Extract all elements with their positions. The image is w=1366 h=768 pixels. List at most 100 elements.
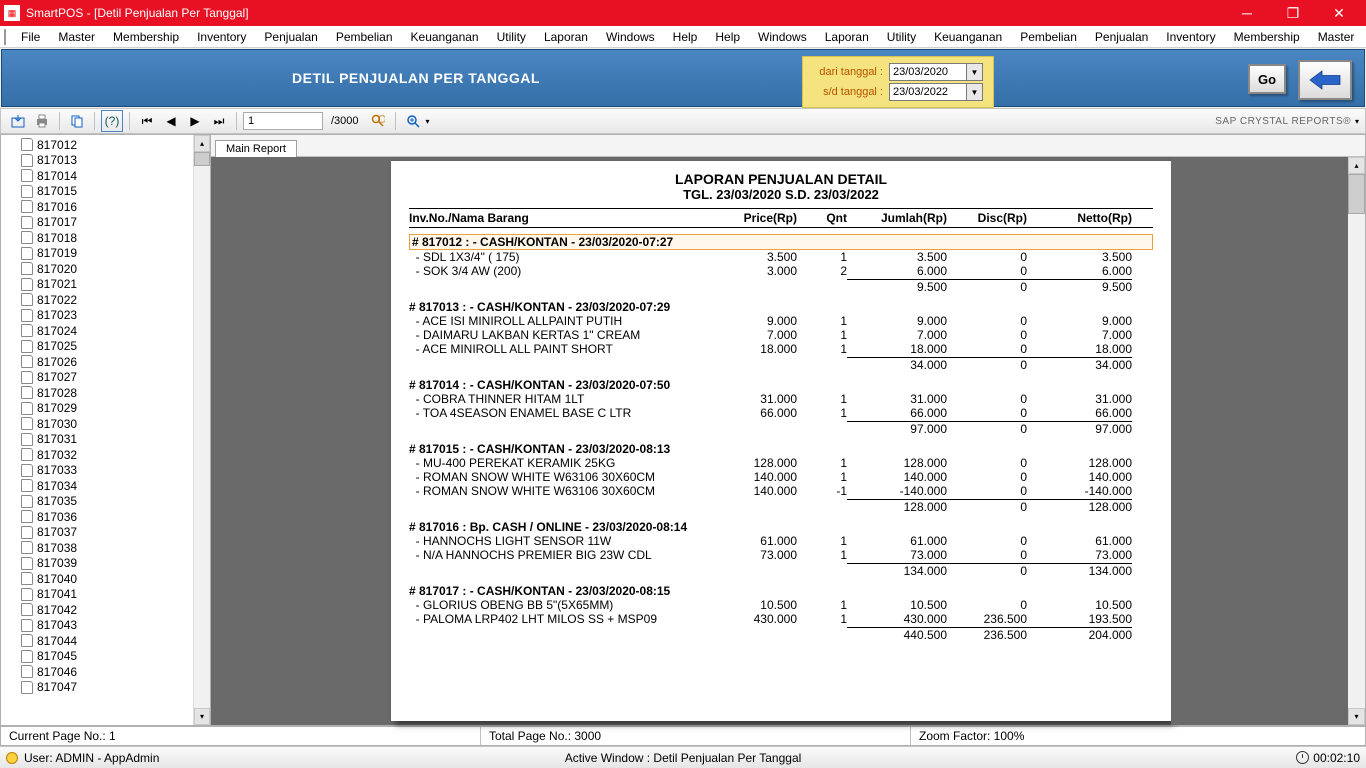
menu-file[interactable]: File xyxy=(12,28,49,46)
tree-node[interactable]: 817015 xyxy=(17,184,193,200)
tree-node[interactable]: 817024 xyxy=(17,323,193,339)
tree-node-label: 817023 xyxy=(37,308,77,322)
main-report-tab[interactable]: Main Report xyxy=(215,140,297,157)
copy-button[interactable] xyxy=(66,110,88,132)
mdi-system-icon[interactable] xyxy=(4,29,6,45)
menu-pembelian[interactable]: Pembelian xyxy=(327,28,402,46)
tree-node[interactable]: 817023 xyxy=(17,308,193,324)
export-button[interactable] xyxy=(7,110,29,132)
menu-help[interactable]: Help xyxy=(706,28,749,46)
tree-node[interactable]: 817013 xyxy=(17,153,193,169)
menu-membership[interactable]: Membership xyxy=(104,28,188,46)
page-number-input[interactable] xyxy=(243,112,323,130)
viewer-scroll-thumb[interactable] xyxy=(1348,174,1365,214)
from-date-dropdown[interactable]: ▼ xyxy=(967,63,983,81)
tree-node[interactable]: 817045 xyxy=(17,649,193,665)
menu-windows[interactable]: Windows xyxy=(749,28,816,46)
next-page-button[interactable]: ▶ xyxy=(184,110,206,132)
tree-node-label: 817024 xyxy=(37,324,77,338)
viewer-scrollbar[interactable]: ▴ ▾ xyxy=(1348,157,1365,725)
go-button[interactable]: Go xyxy=(1248,64,1286,94)
menu-penjualan[interactable]: Penjualan xyxy=(1086,28,1157,46)
window-close-button[interactable]: ✕ xyxy=(1316,0,1362,26)
from-date-input[interactable] xyxy=(889,63,967,81)
tree-node[interactable]: 817031 xyxy=(17,432,193,448)
tree-node[interactable]: 817036 xyxy=(17,509,193,525)
group-header: # 817017 : - CASH/KONTAN - 23/03/2020-08… xyxy=(409,584,1153,598)
tree-node[interactable]: 817042 xyxy=(17,602,193,618)
tree-node-label: 817047 xyxy=(37,680,77,694)
tree-node[interactable]: 817026 xyxy=(17,354,193,370)
first-page-button[interactable]: ⏮ xyxy=(136,110,158,132)
tree-node[interactable]: 817020 xyxy=(17,261,193,277)
menu-inventory[interactable]: Inventory xyxy=(188,28,255,46)
window-minimize-button[interactable]: ─ xyxy=(1224,0,1270,26)
report-tab-strip: Main Report xyxy=(211,135,1365,157)
page-icon xyxy=(21,324,33,337)
menu-laporan[interactable]: Laporan xyxy=(535,28,597,46)
to-date-label: s/d tanggal : xyxy=(813,86,883,98)
tree-node[interactable]: 817047 xyxy=(17,680,193,696)
tree-node[interactable]: 817032 xyxy=(17,447,193,463)
tree-node[interactable]: 817021 xyxy=(17,277,193,293)
tree-node[interactable]: 817038 xyxy=(17,540,193,556)
back-button[interactable] xyxy=(1298,60,1352,100)
page-icon xyxy=(21,510,33,523)
tree-node[interactable]: 817037 xyxy=(17,525,193,541)
tree-node[interactable]: 817029 xyxy=(17,401,193,417)
menu-keuanganan[interactable]: Keuanganan xyxy=(402,28,488,46)
tree-node[interactable]: 817040 xyxy=(17,571,193,587)
tree-node[interactable]: 817022 xyxy=(17,292,193,308)
tree-node[interactable]: 817034 xyxy=(17,478,193,494)
prev-page-button[interactable]: ◀ xyxy=(160,110,182,132)
tree-node[interactable]: 817041 xyxy=(17,587,193,603)
tree-node[interactable]: 817030 xyxy=(17,416,193,432)
tree-node-label: 817045 xyxy=(37,649,77,663)
toggle-group-tree-button[interactable]: (?) xyxy=(101,110,123,132)
tree-node[interactable]: 817025 xyxy=(17,339,193,355)
menu-keuanganan[interactable]: Keuanganan xyxy=(925,28,1011,46)
menu-laporan[interactable]: Laporan xyxy=(816,28,878,46)
tree-node[interactable]: 817033 xyxy=(17,463,193,479)
tree-node[interactable]: 817046 xyxy=(17,664,193,680)
tree-node[interactable]: 817028 xyxy=(17,385,193,401)
tree-node[interactable]: 817016 xyxy=(17,199,193,215)
scroll-up-button[interactable]: ▴ xyxy=(194,135,210,152)
find-button[interactable] xyxy=(367,110,389,132)
to-date-input[interactable] xyxy=(889,83,967,101)
tree-node[interactable]: 817039 xyxy=(17,556,193,572)
tree-node[interactable]: 817018 xyxy=(17,230,193,246)
menu-help[interactable]: Help xyxy=(664,28,707,46)
crystal-reports-brand: SAP CRYSTAL REPORTS® xyxy=(1215,116,1351,127)
menu-membership[interactable]: Membership xyxy=(1225,28,1309,46)
tree-node[interactable]: 817035 xyxy=(17,494,193,510)
scroll-thumb[interactable] xyxy=(194,152,210,166)
last-page-button[interactable]: ⏭ xyxy=(208,110,230,132)
menu-utility[interactable]: Utility xyxy=(878,28,925,46)
tree-node[interactable]: 817017 xyxy=(17,215,193,231)
tree-node[interactable]: 817014 xyxy=(17,168,193,184)
tree-scrollbar[interactable]: ▴ ▾ xyxy=(193,135,210,725)
tree-node[interactable]: 817012 xyxy=(17,137,193,153)
brand-dropdown-icon[interactable]: ▾ xyxy=(1355,117,1359,126)
report-header: DETIL PENJUALAN PER TANGGAL dari tanggal… xyxy=(1,49,1365,107)
zoom-button[interactable] xyxy=(402,110,424,132)
menu-master[interactable]: Master xyxy=(49,28,104,46)
viewer-scroll-down[interactable]: ▾ xyxy=(1348,708,1365,725)
viewer-scroll-up[interactable]: ▴ xyxy=(1348,157,1365,174)
tree-node[interactable]: 817027 xyxy=(17,370,193,386)
to-date-dropdown[interactable]: ▼ xyxy=(967,83,983,101)
menu-windows[interactable]: Windows xyxy=(597,28,664,46)
menu-utility[interactable]: Utility xyxy=(488,28,535,46)
menu-master[interactable]: Master xyxy=(1309,28,1364,46)
zoom-dropdown-icon[interactable]: ▾ xyxy=(426,117,430,126)
tree-node[interactable]: 817043 xyxy=(17,618,193,634)
menu-inventory[interactable]: Inventory xyxy=(1157,28,1224,46)
tree-node[interactable]: 817019 xyxy=(17,246,193,262)
tree-node[interactable]: 817044 xyxy=(17,633,193,649)
scroll-down-button[interactable]: ▾ xyxy=(194,708,210,725)
window-maximize-button[interactable]: ❐ xyxy=(1270,0,1316,26)
print-button[interactable] xyxy=(31,110,53,132)
menu-penjualan[interactable]: Penjualan xyxy=(255,28,326,46)
menu-pembelian[interactable]: Pembelian xyxy=(1011,28,1086,46)
